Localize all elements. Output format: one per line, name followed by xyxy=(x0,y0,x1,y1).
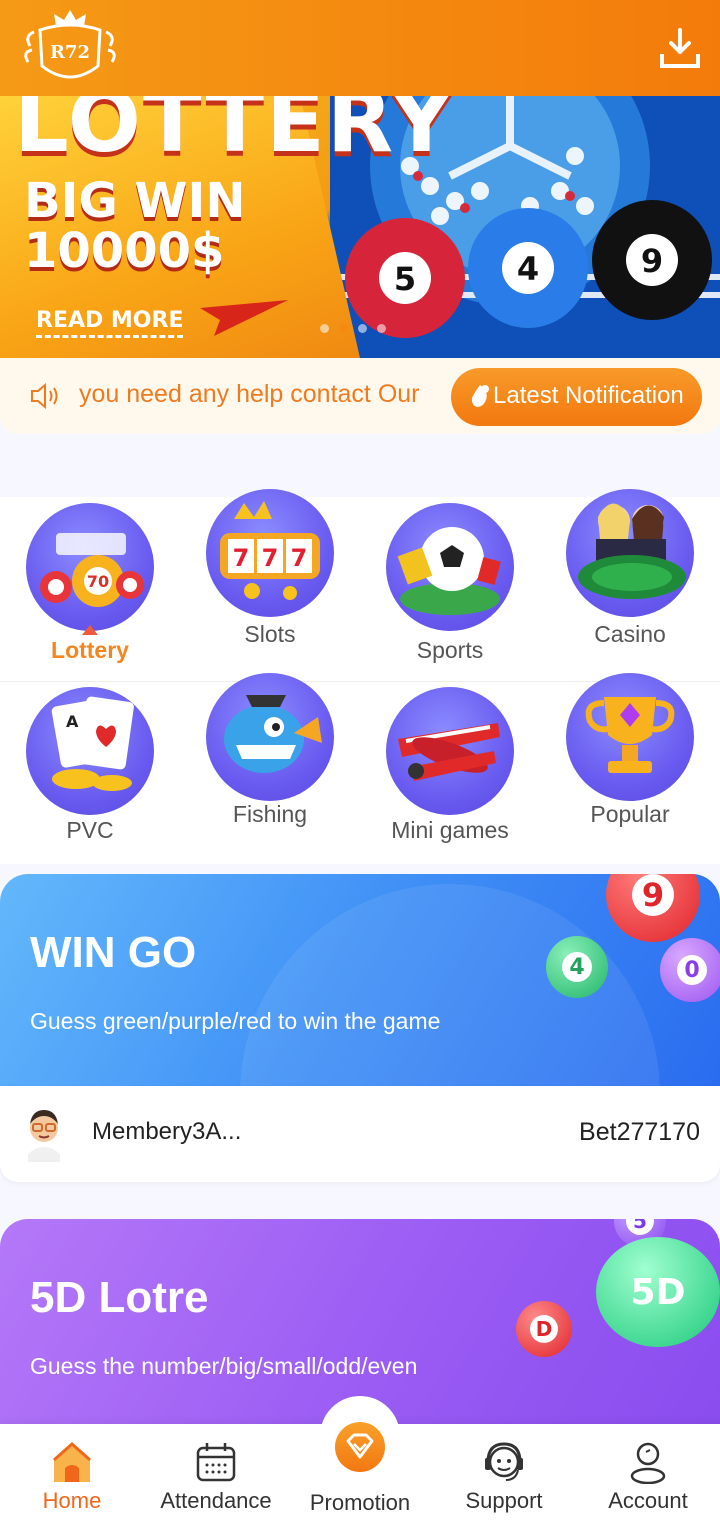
user-icon xyxy=(626,1440,670,1485)
arrow-icon xyxy=(200,298,290,338)
win-go-title: WIN GO xyxy=(30,928,197,977)
category-pvc[interactable]: A PVC xyxy=(0,681,180,865)
5d-ball-icon: 5D xyxy=(596,1237,720,1347)
category-label: Slots xyxy=(244,621,296,647)
svg-text:7: 7 xyxy=(262,544,279,572)
win-go-subtitle: Guess green/purple/red to win the game xyxy=(30,1008,441,1034)
download-icon[interactable] xyxy=(658,26,702,70)
avatar xyxy=(22,1104,66,1162)
category-slots[interactable]: 7 7 7 Slots xyxy=(180,489,360,681)
category-mini-games[interactable]: Mini games xyxy=(360,681,540,865)
nav-label: Attendance xyxy=(160,1488,272,1513)
casino-icon xyxy=(566,489,694,617)
game-categories: 70 Lottery 7 7 7 Slots Sports Casino A P… xyxy=(0,489,720,865)
nav-account[interactable]: Account xyxy=(576,1424,720,1529)
trophy-icon xyxy=(566,673,694,801)
category-label: Mini games xyxy=(391,817,509,843)
winner-bet: Bet277170 xyxy=(579,1118,700,1146)
top-header: R72 xyxy=(0,0,720,96)
green-ball-icon: 4 xyxy=(546,936,608,998)
category-label: Lottery xyxy=(51,637,129,663)
red-ball-icon: D xyxy=(516,1301,572,1357)
5d-lotre-subtitle: Guess the number/big/small/odd/even xyxy=(30,1353,418,1379)
banner-headline: BIG WIN 10000$ xyxy=(24,176,246,276)
nav-home[interactable]: Home xyxy=(0,1424,144,1529)
category-fishing[interactable]: Fishing xyxy=(180,673,360,865)
banner-title: LOTTERY xyxy=(14,96,455,172)
nav-label: Account xyxy=(608,1488,688,1513)
app-root: R72 5 4 9 LOTTERY BIG WIN 10000$ READ MO… xyxy=(0,0,720,1529)
notice-text: you need any help contact Our xyxy=(79,380,420,408)
headset-icon xyxy=(482,1440,526,1484)
flame-icon xyxy=(469,384,491,408)
category-label: Sports xyxy=(416,637,484,663)
category-label: Popular xyxy=(590,801,670,827)
win-go-card[interactable]: WIN GO Guess green/purple/red to win the… xyxy=(0,874,720,1086)
home-icon xyxy=(50,1440,94,1484)
category-sports[interactable]: Sports xyxy=(360,497,540,681)
category-label: Casino xyxy=(594,621,666,647)
5d-lotre-title: 5D Lotre xyxy=(30,1273,209,1322)
category-popular[interactable]: Popular xyxy=(540,673,720,865)
lottery-icon: 70 xyxy=(26,503,154,631)
purple-ball-icon: 0 xyxy=(660,938,720,1002)
ball-number: 4 xyxy=(517,250,539,288)
ball-number: 5 xyxy=(394,260,416,298)
carousel-dot-active[interactable] xyxy=(339,324,348,333)
brand-logo[interactable]: R72 xyxy=(20,6,120,90)
calendar-icon xyxy=(194,1440,238,1484)
svg-text:7: 7 xyxy=(233,544,250,572)
red-ball-icon: 9 xyxy=(606,874,700,942)
slots-icon: 7 7 7 xyxy=(206,489,334,617)
category-casino[interactable]: Casino xyxy=(540,489,720,681)
nav-label: Support xyxy=(465,1488,543,1513)
ball-number: 9 xyxy=(641,242,663,280)
category-lottery[interactable]: 70 Lottery xyxy=(0,497,180,681)
category-label: Fishing xyxy=(232,801,308,827)
sports-icon xyxy=(386,503,514,631)
category-label: PVC xyxy=(66,817,114,843)
diamond-icon[interactable] xyxy=(335,1422,385,1472)
winner-row: Membery3A... Bet277170 xyxy=(0,1086,720,1182)
svg-text:70: 70 xyxy=(87,572,109,591)
active-marker xyxy=(82,625,98,635)
carousel-dot[interactable] xyxy=(377,324,386,333)
cards-icon: A xyxy=(26,687,154,815)
nav-label: Home xyxy=(42,1488,102,1513)
svg-text:7: 7 xyxy=(291,544,308,572)
airplane-icon xyxy=(386,687,514,815)
nav-label: Promotion xyxy=(309,1490,411,1515)
speaker-icon xyxy=(30,382,62,410)
nav-support[interactable]: Support xyxy=(432,1424,576,1529)
read-more-link[interactable]: READ MORE xyxy=(36,308,184,338)
promo-banner[interactable]: 5 4 9 LOTTERY BIG WIN 10000$ READ MORE xyxy=(0,96,720,358)
svg-text:A: A xyxy=(66,712,79,731)
banner-big-win: BIG WIN xyxy=(24,173,246,229)
nav-attendance[interactable]: Attendance xyxy=(144,1424,288,1529)
fishing-icon xyxy=(206,673,334,801)
logo-text: R72 xyxy=(50,42,90,63)
winner-name: Membery3A... xyxy=(92,1118,242,1145)
latest-notification-label: Latest Notification xyxy=(493,382,684,409)
carousel-dot[interactable] xyxy=(358,324,367,333)
latest-notification-button[interactable]: Latest Notification xyxy=(451,368,702,426)
banner-amount: 10000$ xyxy=(24,223,225,279)
carousel-dots xyxy=(320,324,386,333)
carousel-dot[interactable] xyxy=(320,324,329,333)
